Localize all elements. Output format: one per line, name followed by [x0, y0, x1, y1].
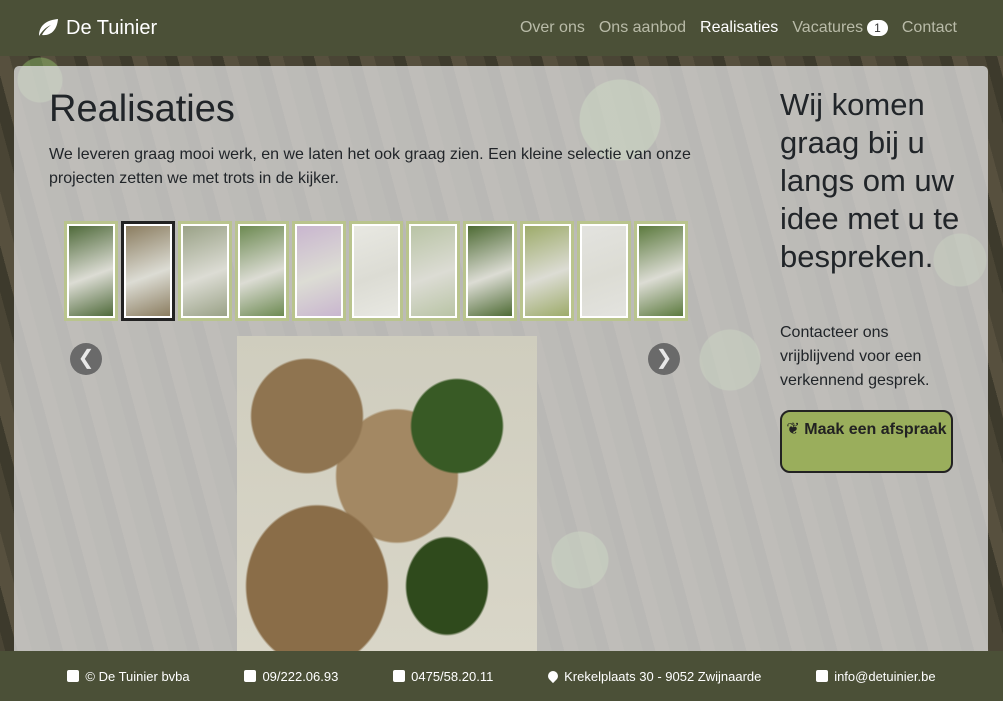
gallery-thumbnail[interactable] [292, 221, 346, 321]
gallery-thumbnail[interactable] [178, 221, 232, 321]
footer-email[interactable]: info@detuinier.be [816, 668, 936, 684]
carousel-next-button[interactable]: ❯ [648, 343, 680, 375]
nav-over-ons[interactable]: Over ons [520, 19, 585, 37]
carousel-prev-button[interactable]: ❮ [70, 343, 102, 375]
phone-icon [393, 670, 406, 682]
main-nav: Over ons Ons aanbod Realisaties Vacature… [506, 19, 957, 37]
thumbnail-image [126, 226, 170, 316]
thumbnail-image [525, 226, 569, 316]
make-appointment-button[interactable]: ❦ Maak een afspraak [780, 410, 953, 473]
footer-address[interactable]: Krekelplaats 30 - 9052 Zwijnaarde [546, 668, 762, 684]
footer-address-text: Krekelplaats 30 - 9052 Zwijnaarde [564, 668, 762, 684]
thumbnail-image [582, 226, 626, 316]
facebook-icon [67, 670, 80, 682]
thumbnail-image [297, 226, 341, 316]
gallery-thumbnail[interactable] [577, 221, 631, 321]
brand-link[interactable]: De Tuinier [36, 17, 157, 40]
nav-vacatures[interactable]: Vacatures 1 [792, 19, 888, 37]
gallery-thumbnail[interactable] [121, 221, 175, 321]
gallery-thumbnail[interactable] [463, 221, 517, 321]
gallery-thumbnail[interactable] [520, 221, 574, 321]
gallery-thumbnail[interactable] [634, 221, 688, 321]
nav-realisaties[interactable]: Realisaties [700, 19, 778, 37]
leaf-icon [39, 19, 58, 36]
nav-ons-aanbod[interactable]: Ons aanbod [599, 19, 686, 37]
footer: © De Tuinier bvba 09/222.06.93 0475/58.2… [0, 651, 1003, 701]
footer-email-text: info@detuinier.be [834, 668, 936, 684]
page-title: Realisaties [49, 88, 235, 130]
gallery-thumbnail[interactable] [64, 221, 118, 321]
map-pin-icon [546, 668, 561, 684]
thumbnail-image [69, 226, 113, 316]
fax-icon [244, 670, 257, 682]
brand-name: De Tuinier [66, 16, 158, 39]
footer-company-text: © De Tuinier bvba [85, 668, 190, 684]
footer-mobile-text: 0475/58.20.11 [411, 668, 494, 684]
intro-text: We leveren graag mooi werk, en we laten … [49, 146, 691, 187]
cta-title: Wij komen graag bij u langs om uw idee m… [780, 87, 960, 274]
nav-vacatures-label: Vacatures [792, 19, 864, 36]
thumbnail-strip [64, 221, 688, 321]
leaf-icon: ❦ [786, 421, 800, 438]
nav-contact[interactable]: Contact [902, 19, 957, 37]
thumbnail-image [411, 226, 455, 316]
navbar: De Tuinier Over ons Ons aanbod Realisati… [0, 0, 1003, 56]
vacatures-count-badge: 1 [867, 20, 888, 36]
gallery-thumbnail[interactable] [406, 221, 460, 321]
footer-mobile[interactable]: 0475/58.20.11 [393, 669, 493, 684]
make-appointment-label: Maak een afspraak [804, 421, 947, 438]
content-panel: Realisaties We leveren graag mooi werk, … [14, 66, 988, 651]
footer-phone-text: 09/222.06.93 [262, 668, 339, 684]
cta-text: Contacteer ons vrijblijvend voor een ver… [780, 324, 930, 389]
gallery-thumbnail[interactable] [349, 221, 403, 321]
gallery-thumbnail[interactable] [235, 221, 289, 321]
envelope-icon [816, 670, 829, 682]
thumbnail-image [468, 226, 512, 316]
thumbnail-image [183, 226, 227, 316]
footer-company: © De Tuinier bvba [67, 668, 190, 684]
carousel-main-image [237, 336, 537, 651]
thumbnail-image [240, 226, 284, 316]
thumbnail-image [639, 226, 683, 316]
thumbnail-image [354, 226, 398, 316]
footer-phone[interactable]: 09/222.06.93 [244, 669, 338, 684]
